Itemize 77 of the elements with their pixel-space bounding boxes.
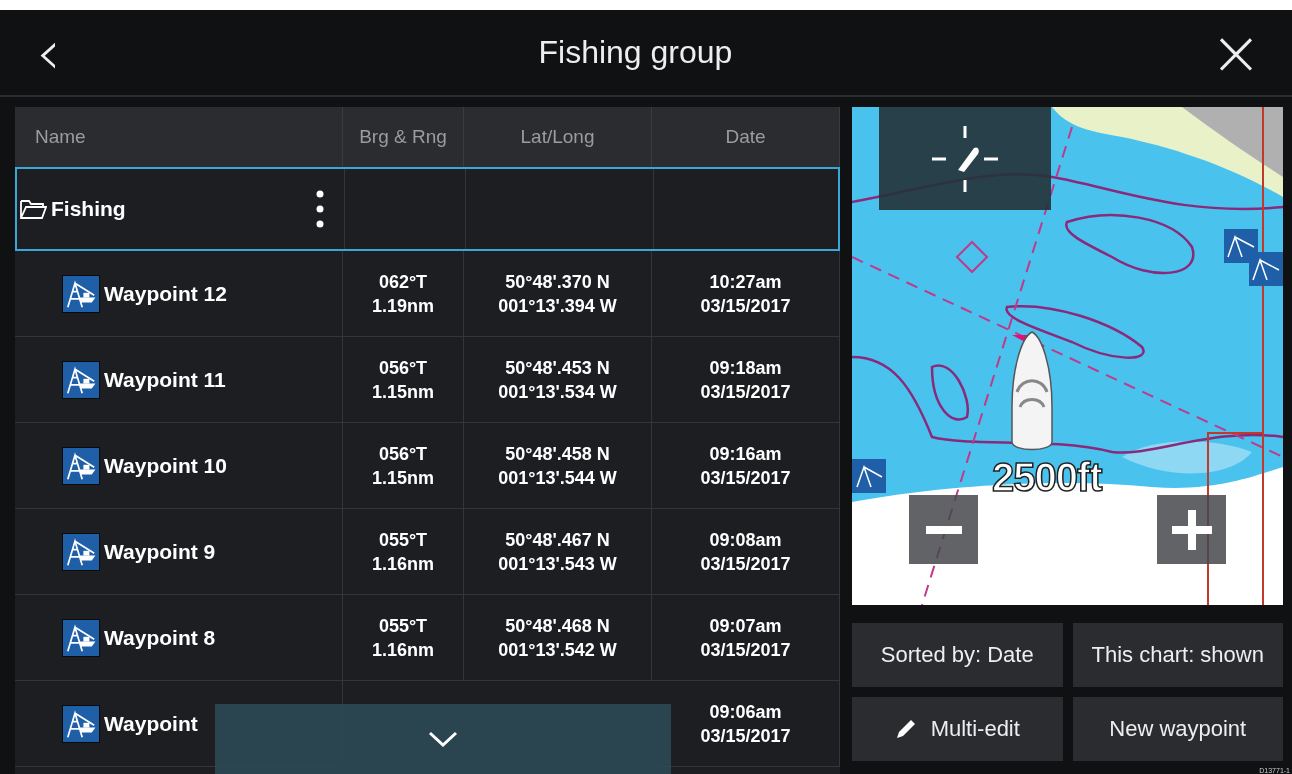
waypoint-marker-icon[interactable] — [852, 459, 886, 493]
action-button[interactable]: New waypoint — [1072, 697, 1283, 761]
cell-text: 09:06am — [709, 700, 782, 724]
action-button[interactable]: Sorted by: Date — [852, 623, 1063, 687]
cell-text: 03/15/2017 — [700, 380, 791, 404]
cell-text: 10:27am — [709, 270, 782, 294]
cell-text: 03/15/2017 — [700, 638, 791, 662]
waypoint-row[interactable]: Waypoint 10 056°T 1.15nm 50°48'.458 N 001°13'.544 W 09:16am 03/15/2017 — [15, 423, 840, 509]
multi-edit-button[interactable]: Multi-edit — [852, 697, 1063, 761]
cell-text: 1.16nm — [371, 552, 434, 576]
waypoint-name: Waypoint — [104, 711, 198, 736]
plus-icon — [1171, 509, 1212, 550]
cell-text: 03/15/2017 — [700, 466, 791, 490]
cell-text: 03/15/2017 — [700, 552, 791, 576]
waypoint-name: Waypoint 9 — [104, 539, 216, 564]
cell-text: 056°T — [378, 356, 428, 380]
cell-text: 03/15/2017 — [700, 724, 791, 748]
action-button[interactable]: This chart: shown — [1072, 623, 1283, 687]
cell-text: 03/15/2017 — [700, 294, 791, 318]
waypoint-name: Waypoint 12 — [104, 281, 227, 306]
cell-text: 1.19nm — [371, 294, 434, 318]
cell-text: 055°T — [378, 614, 428, 638]
cell-text: 1.15nm — [371, 380, 434, 404]
cell-text: 50°48'.453 N — [505, 356, 610, 380]
waypoint-fishing-icon — [62, 704, 100, 743]
more-options-icon[interactable] — [316, 189, 324, 229]
cell-text: 056°T — [378, 442, 428, 466]
cell-text: 001°13'.534 W — [498, 380, 617, 404]
cell-text: 055°T — [378, 528, 428, 552]
waypoint-row[interactable]: Waypoint 9 055°T 1.16nm 50°48'.467 N 001°13'.543 W 09:08am 03/15/2017 — [15, 509, 840, 595]
cell-text: 1.16nm — [371, 638, 434, 662]
waypoint-row[interactable]: Waypoint 11 056°T 1.15nm 50°48'.453 N 001°13'.534 W 09:18am 03/15/2017 — [15, 337, 840, 423]
pencil-icon — [894, 718, 917, 740]
cell-text: 50°48'.458 N — [505, 442, 610, 466]
cell-text: 09:07am — [709, 614, 782, 638]
mooring-marker — [955, 240, 989, 274]
cell-text: 50°48'.370 N — [505, 270, 610, 294]
cell-text: 062°T — [378, 270, 428, 294]
cell-text: 001°13'.542 W — [498, 638, 617, 662]
waypoint-name: Waypoint 11 — [104, 367, 226, 392]
vessel-icon — [1011, 331, 1053, 451]
waypoint-fishing-icon — [62, 618, 100, 657]
column-header[interactable]: Name — [15, 107, 343, 167]
zoom-out-button[interactable] — [909, 495, 978, 564]
column-header[interactable]: Brg & Rng — [343, 107, 464, 167]
waypoint-fishing-icon — [62, 360, 100, 399]
waypoint-name: Waypoint 8 — [104, 625, 216, 650]
cell-text: 001°13'.544 W — [498, 466, 617, 490]
cell-text: 09:08am — [709, 528, 782, 552]
waypoint-fishing-icon — [62, 274, 100, 313]
folder-row[interactable]: Fishing — [15, 167, 840, 251]
folder-name: Fishing — [51, 197, 126, 221]
column-header[interactable]: Date — [652, 107, 840, 167]
cell-text: 001°13'.394 W — [498, 294, 617, 318]
cell-text: 50°48'.468 N — [505, 614, 610, 638]
page-title: Fishing group — [538, 34, 733, 71]
cell-text: 09:18am — [709, 356, 782, 380]
waypoint-fishing-icon — [62, 532, 100, 571]
cell-text: 50°48'.467 N — [505, 528, 610, 552]
cell-text: 09:16am — [709, 442, 782, 466]
waypoint-row[interactable]: Waypoint 8 055°T 1.16nm 50°48'.468 N 001°13'.542 W 09:07am 03/15/2017 — [15, 595, 840, 681]
close-button[interactable]: × — [1204, 21, 1268, 84]
waypoint-marker-icon[interactable] — [1249, 252, 1283, 286]
cell-text: 1.15nm — [371, 466, 434, 490]
waypoint-fishing-icon — [62, 446, 100, 485]
folder-icon — [19, 198, 47, 220]
zoom-in-button[interactable] — [1157, 495, 1226, 564]
column-header[interactable]: Lat/Long — [464, 107, 652, 167]
minus-icon — [925, 525, 962, 534]
back-button[interactable]: ‹ — [30, 21, 67, 84]
chevron-down-icon — [428, 731, 458, 747]
boat-crosshair-icon — [930, 123, 1000, 194]
cell-text: 001°13'.543 W — [498, 552, 617, 576]
waypoint-row[interactable]: Waypoint 12 062°T 1.19nm 50°48'.370 N 001°13'.394 W 10:27am 03/15/2017 — [15, 251, 840, 337]
waypoint-marker-icon[interactable] — [1224, 229, 1258, 263]
center-on-boat-button[interactable] — [879, 107, 1051, 210]
waypoint-name: Waypoint 10 — [104, 453, 227, 478]
